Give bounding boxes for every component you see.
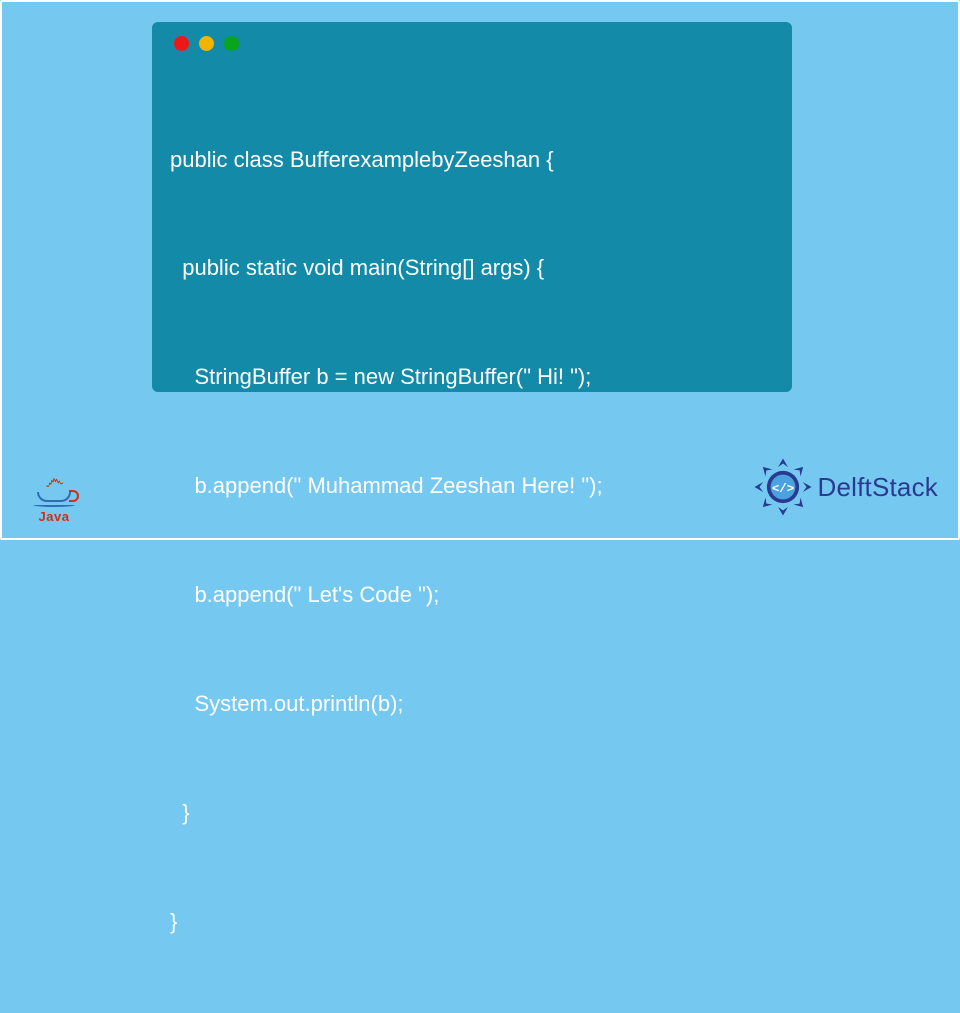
code-line: b.append(" Muhammad Zeeshan Here! "); (170, 468, 774, 504)
java-cup-icon (37, 492, 71, 502)
code-line: public static void main(String[] args) { (170, 250, 774, 286)
java-logo: ෴ Java (28, 452, 80, 524)
code-block: public class BufferexamplebyZeeshan { pu… (170, 69, 774, 1013)
java-steam-icon: ෴ (44, 466, 65, 492)
java-label: Java (39, 509, 70, 524)
code-line: } (170, 904, 774, 940)
code-line: System.out.println(b); (170, 686, 774, 722)
code-line: } (170, 795, 774, 831)
java-saucer-icon (33, 503, 75, 507)
code-line: StringBuffer b = new StringBuffer(" Hi! … (170, 359, 774, 395)
maximize-icon (224, 36, 239, 51)
window-traffic-lights (174, 36, 774, 51)
code-line: public class BufferexamplebyZeeshan { (170, 142, 774, 178)
close-icon (174, 36, 189, 51)
delftstack-text: DelftStack (818, 472, 939, 503)
delftstack-logo: </> DelftStack (752, 456, 939, 518)
minimize-icon (199, 36, 214, 51)
svg-text:</>: </> (771, 482, 793, 496)
code-window: public class BufferexamplebyZeeshan { pu… (152, 22, 792, 392)
code-line: b.append(" Let's Code "); (170, 577, 774, 613)
delftstack-icon: </> (752, 456, 814, 518)
